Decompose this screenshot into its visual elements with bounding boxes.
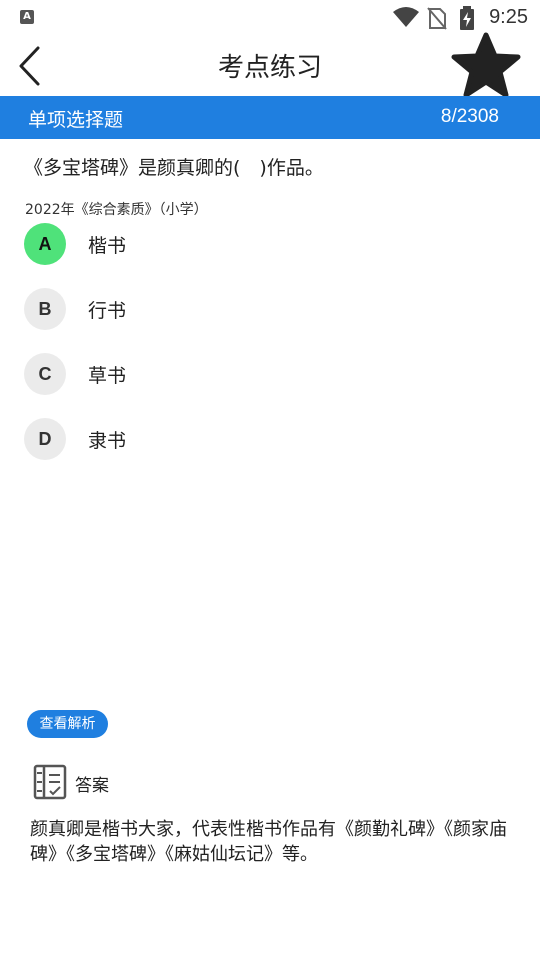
option-c[interactable]: C 草书 (24, 353, 514, 397)
option-text: 草书 (88, 365, 127, 387)
view-analysis-button[interactable]: 查看解析 (27, 710, 108, 738)
option-d[interactable]: D 隶书 (24, 418, 514, 462)
question-type-bar: 单项选择题 8/2308 (0, 96, 540, 139)
no-sim-icon (427, 7, 447, 30)
question-text: 《多宝塔碑》是颜真卿的( )作品。 (24, 157, 324, 179)
notebook-icon (33, 764, 67, 800)
option-text: 隶书 (88, 430, 127, 452)
option-text: 行书 (88, 300, 127, 322)
option-letter: A (24, 223, 66, 265)
answer-label: 答案 (75, 776, 109, 796)
option-b[interactable]: B 行书 (24, 288, 514, 332)
question-type-label: 单项选择题 (28, 109, 124, 131)
favorite-button[interactable] (450, 31, 522, 99)
option-a[interactable]: A 楷书 (24, 223, 514, 267)
star-icon (451, 32, 521, 98)
battery-charging-icon (460, 6, 474, 30)
app-header: 考点练习 (0, 32, 540, 98)
question-source: 2022年《综合素质》（小学） (25, 202, 208, 218)
chevron-left-icon (19, 46, 40, 86)
app-notification-icon: A (20, 10, 34, 24)
progress-counter: 8/2308 (440, 106, 499, 127)
wifi-icon (393, 7, 419, 27)
answer-explanation: 颜真卿是楷书大家，代表性楷书作品有《颜勤礼碑》《颜家庙碑》《多宝塔碑》《麻姑仙坛… (30, 819, 507, 865)
back-button[interactable] (10, 40, 50, 92)
option-letter: B (24, 288, 66, 330)
option-text: 楷书 (88, 235, 127, 257)
option-letter: C (24, 353, 66, 395)
status-time: 9:25 (489, 6, 528, 28)
option-letter: D (24, 418, 66, 460)
